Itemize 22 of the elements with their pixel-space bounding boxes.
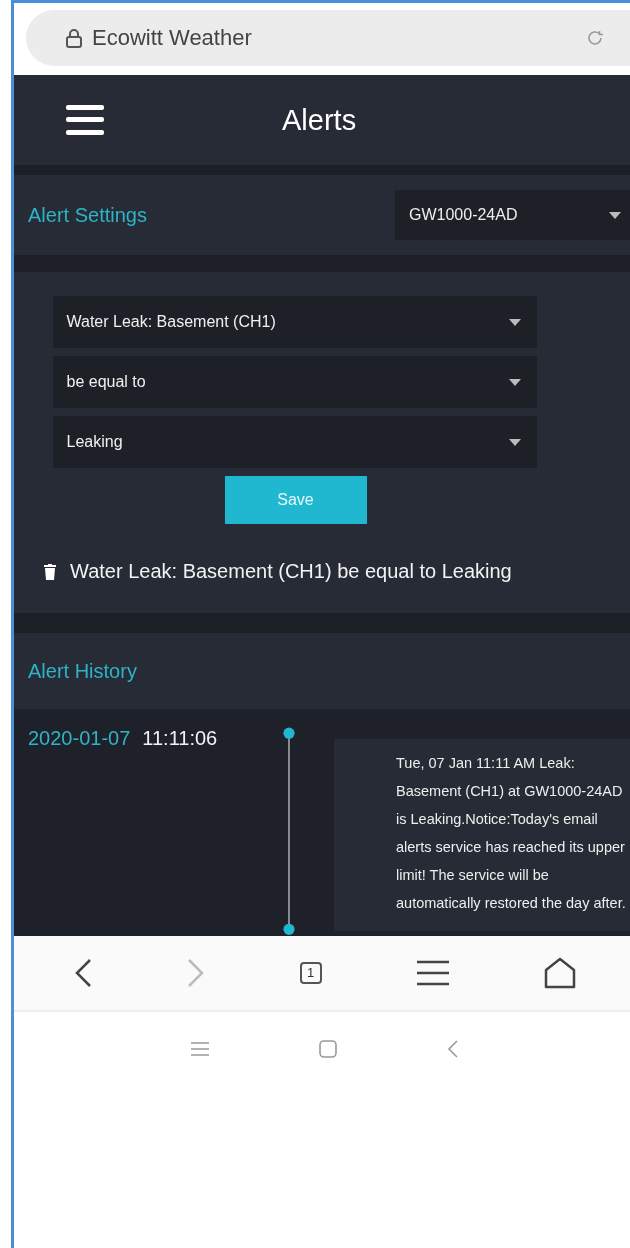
menu-icon[interactable] bbox=[66, 105, 104, 135]
device-select[interactable]: GW1000-24AD bbox=[395, 190, 630, 240]
menu-icon[interactable] bbox=[416, 959, 449, 986]
caret-icon bbox=[609, 211, 621, 219]
alert-time: 11:11:06 bbox=[142, 727, 218, 750]
home-icon[interactable] bbox=[543, 956, 576, 989]
header-title: Alerts bbox=[282, 103, 357, 137]
alert-date: 2020-01-07 bbox=[28, 727, 131, 750]
lock-icon bbox=[66, 28, 82, 48]
tabs-button[interactable]: 1 bbox=[299, 961, 322, 984]
section-title: Alert History bbox=[28, 659, 137, 683]
caret-icon bbox=[508, 438, 521, 446]
caret-icon bbox=[508, 318, 521, 326]
section-title: Alert Settings bbox=[28, 203, 147, 227]
condition-select[interactable]: Water Leak: Basement (CH1) bbox=[52, 296, 537, 348]
caret-icon bbox=[508, 378, 521, 386]
condition-select[interactable]: be equal to bbox=[52, 356, 537, 408]
alert-rule: Water Leak: Basement (CH1) be equal to Leaking bbox=[70, 560, 512, 583]
trash-icon[interactable] bbox=[44, 563, 56, 580]
alert-message: Tue, 07 Jan 11:11 AM Leak: Basement (CH1) at GW1000-24AD is Leaking.Notice:Today's email alerts service has reached its upper limit! The service will be automatically restored the day after. bbox=[396, 754, 627, 913]
condition-select[interactable]: Leaking bbox=[52, 416, 537, 468]
back-icon[interactable] bbox=[73, 957, 92, 988]
